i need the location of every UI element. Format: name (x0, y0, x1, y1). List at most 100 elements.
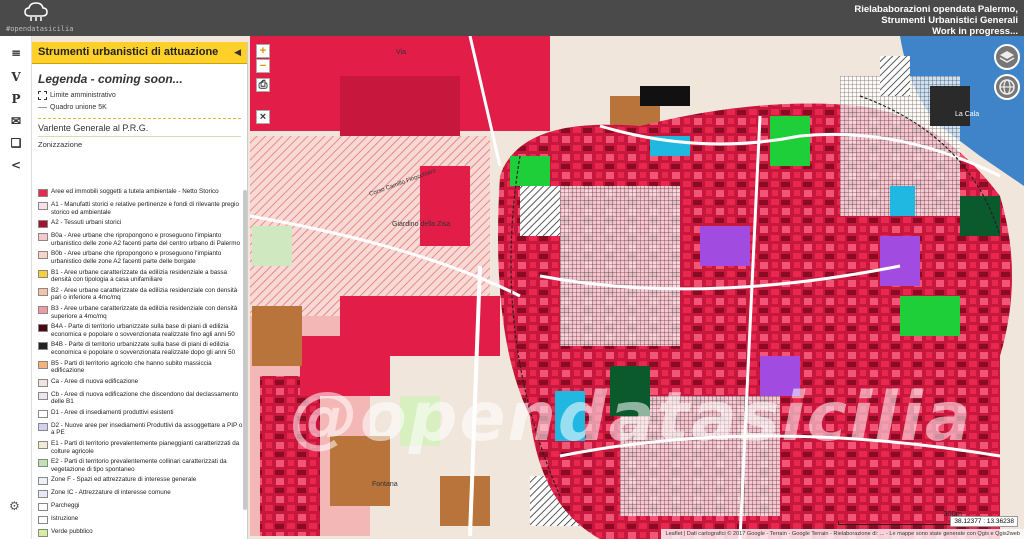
legend-swatch (38, 360, 48, 369)
v-icon[interactable]: V (4, 66, 28, 88)
legend-label: B0a - Aree urbane che ripropongono e pro… (51, 232, 241, 247)
legend-label: B3 - Aree urbane caratterizzate da edili… (51, 304, 238, 320)
legend-swatch (38, 503, 48, 512)
legend-label: Ca - Aree di nuova edificazione (51, 377, 139, 385)
scale-line (838, 521, 958, 525)
sidebar-header: Strumenti urbanistici di attuazione ◀ (32, 42, 247, 64)
layers-icon[interactable] (994, 44, 1020, 70)
zoom-in-button[interactable]: + (256, 44, 270, 58)
opendatasicilia-logo[interactable]: #opendatasicilia (6, 2, 73, 34)
legend-swatch (38, 305, 48, 314)
legend-label: D2 - Nuove aree per insediamenti Produtt… (51, 421, 243, 437)
variant-title: Varlente Generale al P.R.G. (38, 123, 149, 133)
mail-icon[interactable]: ✉ (4, 110, 28, 132)
print-button[interactable]: ⎙ (256, 78, 270, 92)
coordinates-readout: 38.12377 : 13.36238 (950, 516, 1018, 527)
legend-swatch (38, 391, 48, 400)
legend-swatch (38, 378, 48, 387)
p-icon[interactable]: P (4, 88, 28, 110)
legend-label: A1 - Manufatti storici e relative pertin… (51, 201, 239, 216)
legend-item: D1 - Aree di insediamenti produttivi esi… (38, 409, 245, 419)
legend-label: B0b - Aree urbane che ripropongono e pro… (51, 250, 222, 265)
scrollbar[interactable] (243, 190, 247, 510)
close-button[interactable]: × (256, 110, 270, 124)
legend-label: E2 - Parti di territorio prevalentemente… (51, 458, 227, 473)
legend-item: E2 - Parti di territorio prevalentemente… (38, 458, 245, 473)
legend-item: B4B - Parte di territorio urbanizzate su… (38, 341, 245, 356)
info-line: Strumenti Urbanistici Generali (881, 15, 1018, 26)
legend-item: Cb - Aree di nuova edificazione che disc… (38, 391, 245, 406)
place-label: Fontana (372, 481, 398, 488)
legend-item: A1 - Manufatti storici e relative pertin… (38, 201, 245, 216)
legend-label: B2 - Aree urbane caratterizzate da edili… (51, 286, 238, 302)
info-line: Work in progress... (932, 26, 1018, 37)
legend-swatch (38, 189, 48, 197)
legend-item: B4A - Parte di territorio urbanizzate su… (38, 323, 245, 338)
globe-icon[interactable] (994, 74, 1020, 100)
attribution[interactable]: Leaflet | Dati cartografici © 2017 Googl… (661, 529, 1024, 539)
legend-item: B3 - Aree urbane caratterizzate da edili… (38, 305, 245, 320)
menu-icon[interactable]: ≡ (4, 42, 28, 64)
legend-item: Ca - Aree di nuova edificazione (38, 378, 245, 388)
legend-swatch (38, 269, 48, 278)
share-icon[interactable]: < (4, 154, 28, 176)
legend-swatch (38, 422, 48, 431)
legend-swatch (38, 233, 48, 242)
legend-item: B5 - Parti di territorio agricolo che ha… (38, 360, 245, 375)
legend-swatch (38, 342, 48, 351)
legend-label: Verde pubblico (51, 528, 93, 536)
legend-label: B5 - Parti di territorio agricolo che ha… (51, 359, 212, 375)
boundary-label: Limite amministrativo (50, 92, 116, 99)
legend-sidebar: Strumenti urbanistici di attuazione ◀ Le… (32, 42, 248, 539)
dashed-box-icon (38, 90, 47, 100)
sidebar-title: Strumenti urbanistici di attuazione (38, 46, 219, 58)
divider (38, 118, 241, 119)
logo-text: #opendatasicilia (6, 25, 74, 33)
legend-swatch (38, 202, 48, 210)
legend-item: Istruzione (38, 515, 245, 525)
header-info: Rielababorazioni opendata Palermo, Strum… (854, 4, 1018, 37)
legend-item: A2 - Tessuti urbani storici (38, 219, 245, 229)
legend-swatch (38, 220, 48, 229)
legend-label: B1 - Aree urbane caratterizzate da edili… (51, 268, 228, 284)
legend-item: Verde pubblico (38, 528, 245, 538)
legend-label: D1 - Aree di insediamenti produttivi esi… (51, 408, 174, 416)
legend-swatch (38, 287, 48, 296)
zoom-out-button[interactable]: − (256, 59, 270, 73)
line-icon (38, 106, 47, 108)
info-line: Rielababorazioni opendata Palermo, (854, 4, 1018, 15)
legend-list: Aree ed immobili soggetti a tutela ambie… (38, 188, 245, 539)
legend-label: Zone F - Spazi ed attrezzature di intere… (51, 476, 197, 484)
legend-item: E1 - Parti di territorio prevalentemente… (38, 440, 245, 455)
legend-swatch (38, 251, 48, 260)
legend-item: B2 - Aree urbane caratterizzate da edili… (38, 287, 245, 302)
top-bar: #opendatasicilia Rielababorazioni openda… (0, 0, 1024, 37)
legend-heading: Legenda - coming soon... (38, 72, 183, 86)
side-rail: ≡ V P ✉ ❑ < ⚙ (0, 36, 32, 539)
legend-label: Aree ed immobili soggetti a tutela ambie… (51, 188, 219, 195)
scale-bar: 300m (838, 509, 962, 525)
place-label: Giardino della Zisa (392, 221, 450, 228)
legend-label: E1 - Parti di territorio prevalentemente… (51, 440, 240, 455)
cloud-icon (24, 2, 48, 21)
legend-swatch (38, 490, 48, 499)
boundary-legend: Limite amministrativo (38, 90, 247, 102)
divider (38, 136, 241, 137)
book-icon[interactable]: ❑ (4, 132, 28, 154)
legend-label: Cb - Aree di nuova edificazione che disc… (51, 390, 239, 406)
legend-item: Parcheggi (38, 502, 245, 512)
collapse-icon[interactable]: ◀ (234, 47, 241, 58)
globe-svg (999, 79, 1015, 95)
legend-swatch (38, 477, 48, 486)
legend-swatch (38, 441, 48, 450)
place-label: Via (396, 49, 406, 56)
legend-swatch (38, 409, 48, 418)
legend-swatch (38, 324, 48, 333)
grid-legend: Quadro unione 5K (38, 102, 247, 114)
legend-swatch (38, 459, 48, 468)
gear-icon[interactable]: ⚙ (9, 499, 20, 513)
layers-svg (999, 51, 1015, 63)
legend-item: Aree ed immobili soggetti a tutela ambie… (38, 188, 245, 198)
legend-item: B0b - Aree urbane che ripropongono e pro… (38, 250, 245, 265)
legend-item: B0a - Aree urbane che ripropongono e pro… (38, 232, 245, 247)
